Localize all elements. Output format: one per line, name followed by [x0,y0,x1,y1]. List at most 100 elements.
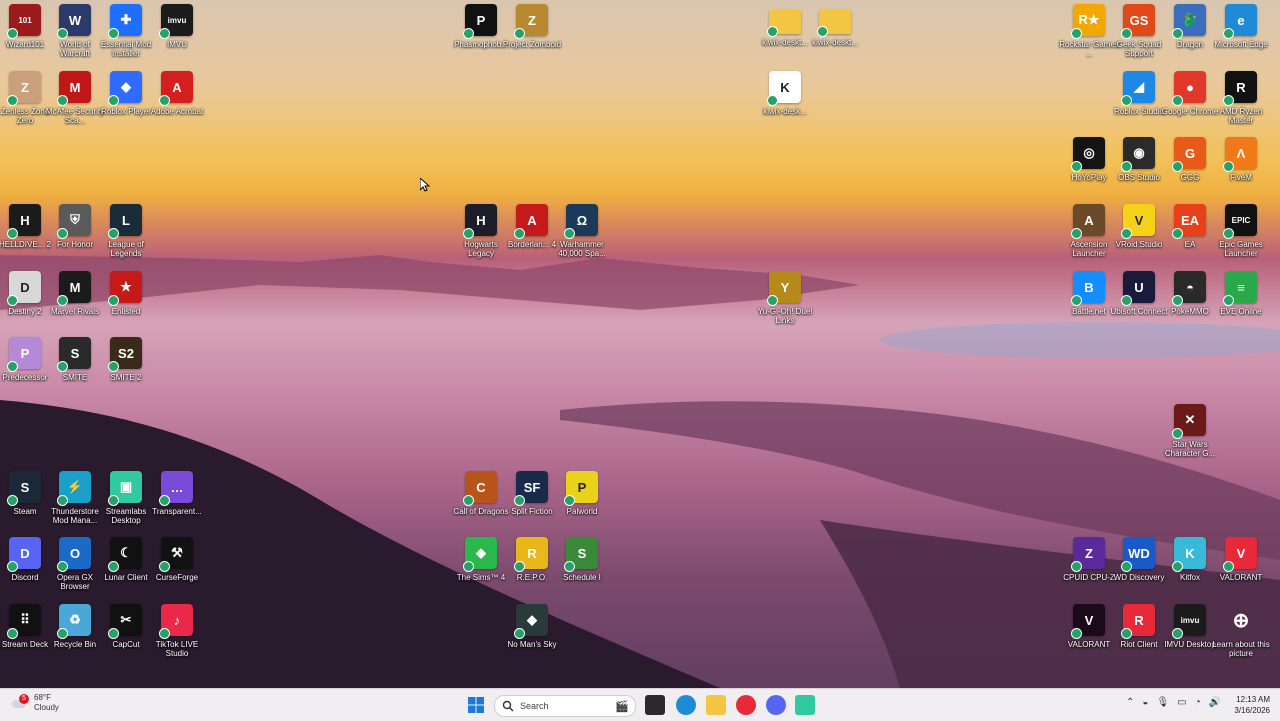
desktop-icon-lol[interactable]: L League of Legends [101,204,151,258]
desktop-icon-destiny[interactable]: D Destiny 2 [0,271,50,316]
desktop-icon-hogwarts[interactable]: H Hogwarts Legacy [456,204,506,258]
desktop-icon-streamdeck[interactable]: ⠿ Stream Deck [0,604,50,649]
desktop-icon-eve[interactable]: ≡ EVE Online [1216,271,1266,316]
desktop-icon-curseforge[interactable]: ⚒ CurseForge [152,537,202,582]
desktop-icon-mcafee[interactable]: M McAfee Security Sca... [46,71,104,125]
desktop-icon-chrome[interactable]: ● Google Chrome [1162,71,1218,116]
taskbar-app-opera-gx[interactable] [736,694,756,716]
desktop-icon-obs[interactable]: ◉ OBS Studio [1114,137,1164,182]
desktop-icon-yugioh[interactable]: Y Yu-Gi-Oh! Duel Links [758,271,812,325]
desktop-icon-learn-picture[interactable]: ⊕ Learn about this picture [1212,604,1269,659]
search-box[interactable]: Search 🎬 [494,695,636,717]
sync-status-icon [1071,228,1082,239]
desktop-icon-tiktok[interactable]: ♪ TikTok LIVE Studio [152,604,202,658]
taskbar-app-task-view[interactable] [645,694,665,716]
sync-status-icon [514,28,525,39]
desktop-icon-palworld[interactable]: P Palworld [557,471,607,516]
sync-status-icon [767,95,778,106]
desktop-icon-imvu-desktop[interactable]: imvu IMVU Desktop [1164,604,1216,649]
desktop-icon-nomanssky[interactable]: ◆ No Man's Sky [507,604,557,649]
desktop-icon-sims[interactable]: ◆ The Sims™ 4 [456,537,506,582]
desktop-icon-essential[interactable]: ✚ Essential Mod Installer [101,4,151,58]
desktop-icon-starwars[interactable]: ✕ Star Wars Character G... [1165,404,1215,458]
desktop-icon-kitfox[interactable]: K Kitfox [1165,537,1215,582]
desktop-icon-edge[interactable]: e Microsoft Edge [1214,4,1268,49]
desktop-icon-riot[interactable]: R Riot Client [1114,604,1164,649]
desktop-icon-folder[interactable]: kiwix-deskt... [760,4,810,47]
desktop-icon-wow[interactable]: W World of Warcraft [50,4,100,58]
desktop-icon-smite2[interactable]: S2 SMITE 2 [101,337,151,382]
desktop-icon-enlisted[interactable]: ★ Enlisted [101,271,151,316]
desktop-icon-wd[interactable]: WD WD Discovery [1114,537,1164,582]
microphone-icon[interactable]: 🎙 [1156,697,1169,708]
desktop-icon-operagx[interactable]: O Opera GX Browser [50,537,100,591]
desktop-icon-schedule[interactable]: S Schedule I [557,537,607,582]
sync-status-icon [57,28,68,39]
show-hidden-icons-icon[interactable]: ⌃ [1126,697,1134,708]
callofdragons-icon: C [463,471,497,506]
desktop-icon-vroid[interactable]: V VRoid Studio [1114,204,1164,249]
desktop-icon-ascension[interactable]: A Ascension Launcher [1064,204,1114,258]
desktop-icon-valorant[interactable]: V VALORANT [1064,604,1114,649]
desktop-icon-zomboid[interactable]: Z Project Zomboid [503,4,561,49]
display-icon[interactable]: ▭ [1177,697,1186,708]
volume-icon[interactable]: 🔊 [1209,697,1221,708]
taskbar-app-streamlabs[interactable] [795,694,815,716]
desktop-icon-roblox[interactable]: ◆ Roblox Player [101,71,151,116]
wifi-icon[interactable]: ◔ [1195,697,1201,708]
taskbar-app-discord[interactable] [766,694,786,716]
desktop-icon-cpuz[interactable]: Z CPUID CPU-Z [1063,537,1115,582]
sync-status-icon [159,95,170,106]
desktop-icon-lunar[interactable]: ☾ Lunar Client [101,537,151,582]
desktop-icon-kiwix[interactable]: Kkiwix-desk... [760,71,810,116]
desktop-icon-predecessor[interactable]: P Predecessor [0,337,50,382]
taskbar: 5 68°F Cloudy Search 🎬 ⌃ ◒ 🎙 ▭ ◔ 🔊 12:13… [0,688,1280,721]
desktop-icon-imvu[interactable]: imvu IMVU [152,4,202,49]
desktop-icon-ggg[interactable]: G GGG [1165,137,1215,182]
desktop-icon-transparent[interactable]: … Transparent... [152,471,202,516]
desktop-icon-battlenet[interactable]: B Battle.net [1064,271,1114,316]
desktop-icon-dragon[interactable]: 🐉 Dragon [1165,4,1215,49]
desktop-icon-hoyoplay[interactable]: ◎ HoYoPlay [1064,137,1114,182]
desktop-icon-amd[interactable]: R AMD Ryzen Master [1216,71,1266,125]
smite-icon: S [57,337,91,372]
desktop-icon-pokemmo[interactable]: ◓ PokeMMO [1165,271,1215,316]
desktop-icon-fivem[interactable]: Λ FiveM [1216,137,1266,182]
desktop-icon-geeksquad[interactable]: GS Geek Squad Support [1114,4,1164,58]
network-icon[interactable]: ◒ [1142,697,1148,708]
desktop-icon-roblox-studio[interactable]: ◢ Roblox Studio [1114,71,1164,116]
desktop-icon-splitfiction[interactable]: SF Split Fiction [507,471,557,516]
clock[interactable]: 12:13 AM 3/16/2026 [1228,694,1270,716]
desktop-icon-acrobat[interactable]: A Adobe Acrobat [151,71,203,116]
desktop-icon-phasmophobia[interactable]: P Phasmophob... [454,4,508,49]
desktop-icon-valorant[interactable]: V VALORANT [1216,537,1266,582]
sync-status-icon [7,228,18,239]
desktop-icon-ubisoft[interactable]: U Ubisoft Connect [1111,271,1167,316]
desktop-icon-discord[interactable]: D Discord [0,537,50,582]
desktop-icon-borderlands[interactable]: A Borderlan... 4 [507,204,557,249]
desktop-icon-streamlabs[interactable]: ▣ Streamlabs Desktop [101,471,151,525]
phasmophobia-icon: P [463,4,497,39]
desktop-icon-wizard101[interactable]: 101 Wizard101 [0,4,50,49]
desktop-icon-folder[interactable]: kiwix-deskt... [810,4,860,47]
desktop-icon-marvel[interactable]: M Marvel Rivals [50,271,100,316]
desktop-icon-steam[interactable]: S Steam [0,471,50,516]
desktop-icon-epic[interactable]: EPIC Epic Games Launcher [1216,204,1266,258]
desktop-icon-ea[interactable]: EA EA [1165,204,1215,249]
desktop-icon-thunderstore[interactable]: ⚡ Thunderstore Mod Mana... [50,471,100,525]
taskbar-app-file-explorer[interactable] [706,694,726,716]
desktop-icon-rockstar[interactable]: R★ Rockstar Games ... [1059,4,1119,58]
desktop-icon-label: Star Wars Character G... [1164,440,1216,458]
taskbar-app-edge[interactable] [676,694,696,716]
weather-widget[interactable]: 5 68°F Cloudy [10,693,59,713]
desktop-icon-zzz[interactable]: Z Zenless Zone Zero [0,71,50,125]
start-button[interactable] [468,694,484,716]
desktop-icon-warhammer[interactable]: Ω Warhammer 40,000 Spa... [557,204,607,258]
desktop-icon-forhonor[interactable]: ⛨ For Honor [50,204,100,249]
desktop-icon-recycle-bin[interactable]: ♻ Recycle Bin [50,604,100,649]
desktop-icon-smite[interactable]: S SMITE [50,337,100,382]
desktop-icon-repo[interactable]: R R.E.P.O. [507,537,557,582]
desktop-icon-callofdragons[interactable]: C Call of Dragons [453,471,509,516]
desktop-icon-helldivers[interactable]: H HELLDIVE... 2 [0,204,51,249]
desktop-icon-capcut[interactable]: ✂ CapCut [101,604,151,649]
